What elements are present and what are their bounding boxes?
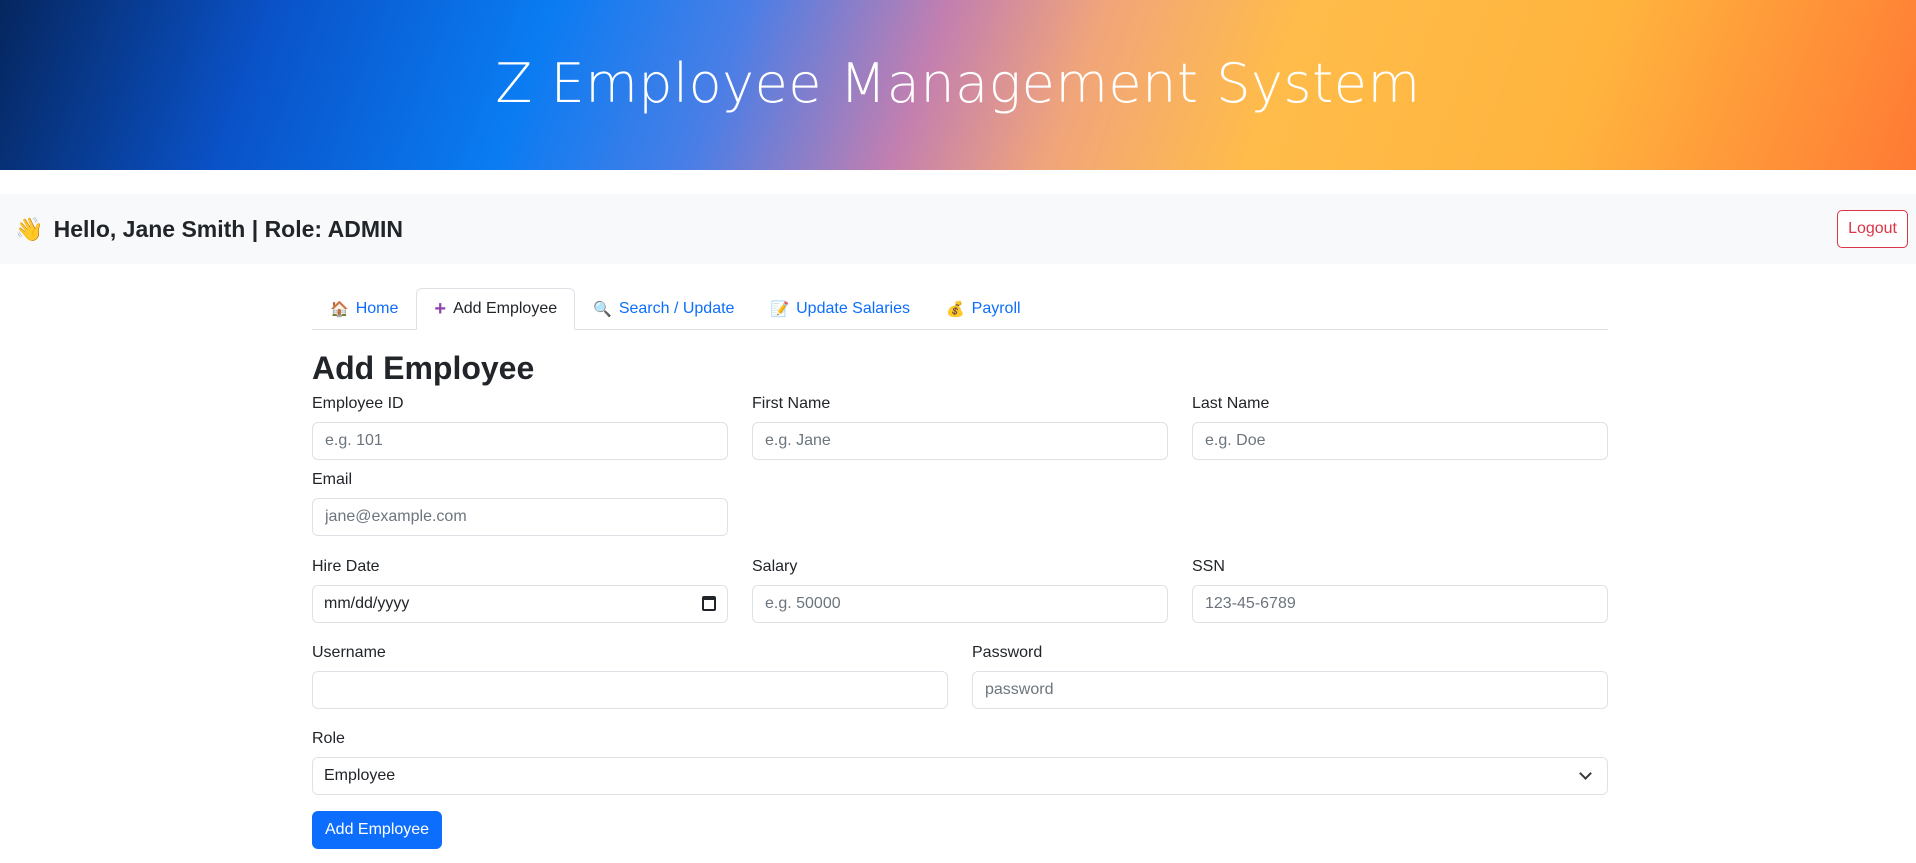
username-input[interactable] bbox=[312, 671, 948, 709]
tab-label: Payroll bbox=[971, 300, 1021, 317]
calendar-icon[interactable] bbox=[702, 596, 716, 611]
main-content: 🏠 Home + Add Employee 🔍 Search / Update … bbox=[312, 288, 1608, 849]
hire-date-value: mm/dd/yyyy bbox=[324, 595, 410, 612]
password-label: Password bbox=[972, 644, 1043, 661]
form-row-employment: Hire Date mm/dd/yyyy Salary SSN bbox=[312, 555, 1608, 623]
nav-tabs: 🏠 Home + Add Employee 🔍 Search / Update … bbox=[312, 288, 1608, 330]
ssn-input[interactable] bbox=[1192, 585, 1608, 623]
last-name-input[interactable] bbox=[1192, 422, 1608, 460]
tab-home[interactable]: 🏠 Home bbox=[312, 288, 416, 330]
header-banner: Z Employee Management System bbox=[0, 0, 1916, 170]
tab-payroll[interactable]: 💰 Payroll bbox=[928, 288, 1039, 330]
role-select[interactable]: Employee bbox=[312, 757, 1608, 795]
logout-button[interactable]: Logout bbox=[1837, 210, 1908, 248]
tab-update-salaries[interactable]: 📝 Update Salaries bbox=[752, 288, 928, 330]
role-select-value: Employee bbox=[324, 767, 396, 784]
employee-id-label: Employee ID bbox=[312, 395, 404, 412]
memo-icon: 📝 bbox=[770, 301, 790, 318]
plus-icon: + bbox=[434, 297, 447, 320]
tab-add-employee[interactable]: + Add Employee bbox=[416, 288, 576, 330]
greeting-text: Hello, Jane Smith | Role: ADMIN bbox=[53, 215, 403, 242]
salary-label: Salary bbox=[752, 558, 798, 575]
magnifier-icon: 🔍 bbox=[593, 301, 612, 318]
tab-label: Add Employee bbox=[453, 300, 558, 317]
tab-label: Update Salaries bbox=[796, 300, 910, 317]
form-row-names: Employee ID First Name Last Name bbox=[312, 392, 1608, 460]
form-row-role: Role Employee bbox=[312, 727, 1608, 795]
form-row-email: Email bbox=[312, 468, 1608, 536]
money-bag-icon: 💰 bbox=[945, 301, 965, 318]
tab-label: Home bbox=[355, 300, 399, 317]
employee-id-input[interactable] bbox=[312, 422, 728, 460]
page-title: Add Employee bbox=[312, 350, 535, 386]
role-label: Role bbox=[312, 730, 345, 747]
password-input[interactable] bbox=[972, 671, 1608, 709]
email-input[interactable] bbox=[312, 498, 728, 536]
role-select-box[interactable] bbox=[312, 757, 1608, 795]
username-label: Username bbox=[312, 644, 386, 661]
tab-label: Search / Update bbox=[618, 300, 735, 317]
last-name-label: Last Name bbox=[1192, 395, 1270, 412]
house-icon: 🏠 bbox=[330, 301, 349, 318]
add-employee-button[interactable]: Add Employee bbox=[312, 811, 443, 849]
user-bar: 👋 Hello, Jane Smith | Role: ADMIN Logout bbox=[0, 194, 1916, 264]
form-row-credentials: Username Password bbox=[312, 641, 1608, 709]
hire-date-field[interactable]: mm/dd/yyyy bbox=[312, 585, 728, 623]
tab-search-update[interactable]: 🔍 Search / Update bbox=[575, 288, 752, 330]
hire-date-label: Hire Date bbox=[312, 558, 380, 575]
app-title: Z Employee Management System bbox=[495, 51, 1421, 115]
first-name-label: First Name bbox=[752, 395, 831, 412]
ssn-label: SSN bbox=[1192, 558, 1225, 575]
greeting: 👋 Hello, Jane Smith | Role: ADMIN bbox=[15, 216, 403, 243]
salary-input[interactable] bbox=[752, 585, 1168, 623]
first-name-input[interactable] bbox=[752, 422, 1168, 460]
waving-hand-icon: 👋 bbox=[15, 215, 44, 242]
email-label: Email bbox=[312, 471, 353, 488]
